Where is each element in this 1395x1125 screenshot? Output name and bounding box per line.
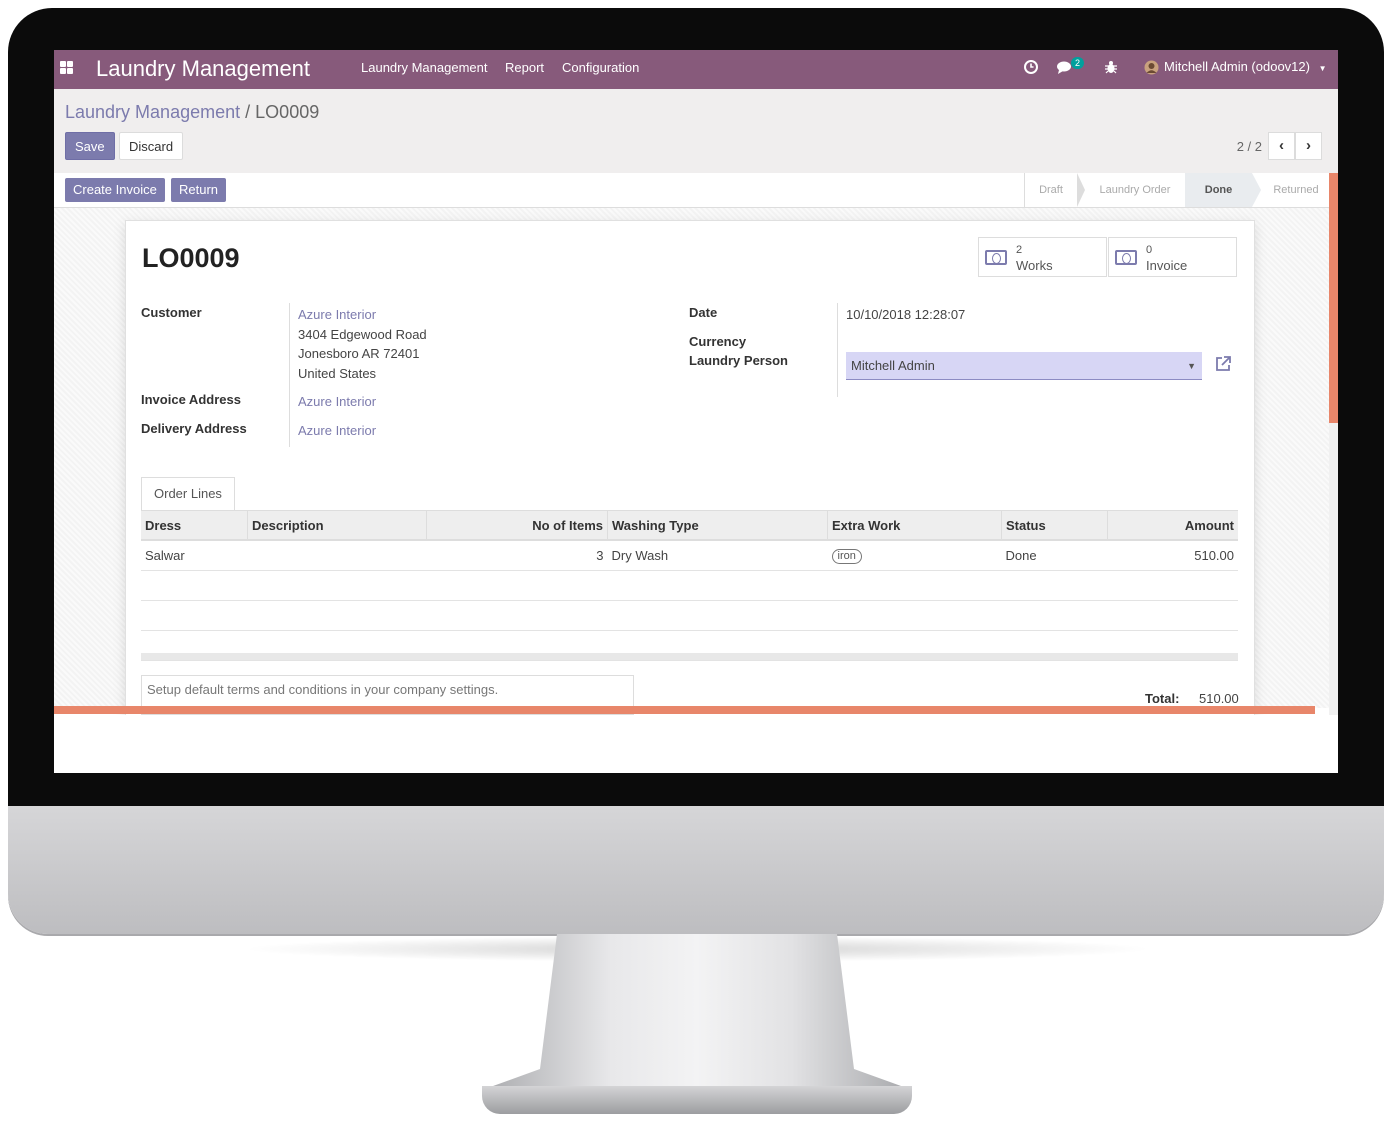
invoice-smart-button[interactable]: 0 Invoice <box>1108 237 1237 277</box>
delivery-address-label: Delivery Address <box>141 421 247 436</box>
field-separator <box>837 303 838 397</box>
monitor-stand-base <box>482 1086 912 1114</box>
invoice-label: Invoice <box>1146 258 1188 273</box>
control-panel: Laundry Management / LO0009 Save Discard… <box>54 89 1338 174</box>
order-lines-table: Dress Description No of Items Washing Ty… <box>141 511 1238 661</box>
laundry-person-value: Mitchell Admin <box>851 358 935 373</box>
user-avatar-icon[interactable] <box>1144 60 1159 75</box>
stage-bar: Draft Laundry Order Done Returned <box>1024 173 1319 207</box>
screen-blank-area <box>54 715 1338 773</box>
column-washing-type[interactable]: Washing Type <box>607 511 828 541</box>
cell-washing-type: Dry Wash <box>607 540 828 571</box>
currency-label: Currency <box>689 334 747 349</box>
caret-down-icon: ▼ <box>1187 361 1196 371</box>
table-header-row: Dress Description No of Items Washing Ty… <box>141 511 1238 541</box>
column-no-of-items[interactable]: No of Items <box>426 511 608 541</box>
screen: Laundry Management Laundry Management Re… <box>54 50 1338 773</box>
customer-country: United States <box>298 366 377 381</box>
stage-divider <box>1077 173 1085 207</box>
cell-description <box>247 540 427 571</box>
column-amount[interactable]: Amount <box>1107 511 1238 541</box>
form-sheet: LO0009 2 Works 0 Invoice Customer Azure … <box>125 220 1255 773</box>
return-button[interactable]: Return <box>171 178 227 202</box>
stage-laundry-order[interactable]: Laundry Order <box>1085 173 1185 207</box>
total-label: Total: <box>1145 691 1180 706</box>
pager-value: 2 / 2 <box>1236 139 1262 154</box>
breadcrumb-current: LO0009 <box>255 102 320 122</box>
extra-work-tag: iron <box>831 549 862 564</box>
save-button[interactable]: Save <box>65 132 115 160</box>
column-dress[interactable]: Dress <box>141 511 248 541</box>
stage-returned[interactable]: Returned <box>1262 173 1330 207</box>
discard-button[interactable]: Discard <box>119 132 184 160</box>
statusbar: Create Invoice Return Draft Laundry Orde… <box>54 173 1329 208</box>
laundry-person-label: Laundry Person <box>689 353 788 368</box>
empty-table-row <box>141 600 1238 631</box>
invoice-count: 0 <box>1146 244 1153 256</box>
messages-count-badge: 2 <box>1071 57 1085 69</box>
customer-label: Customer <box>141 305 202 320</box>
monitor-chin <box>8 806 1384 934</box>
app-title: Laundry Management <box>96 56 311 81</box>
user-name: Mitchell Admin (odoov12) <box>1164 59 1310 74</box>
stage-draft[interactable]: Draft <box>1025 173 1077 207</box>
customer-street: 3404 Edgewood Road <box>298 327 427 342</box>
debug-bug-icon[interactable] <box>1105 60 1117 74</box>
record-title: LO0009 <box>142 243 240 273</box>
user-menu[interactable]: Mitchell Admin (odoov12) ▼ <box>1164 59 1327 74</box>
external-link-icon[interactable] <box>1214 355 1232 373</box>
cell-extra-work: iron <box>827 540 1002 571</box>
column-status[interactable]: Status <box>1001 511 1108 541</box>
stage-divider <box>1252 173 1261 207</box>
date-value[interactable]: 10/10/2018 12:28:07 <box>846 307 965 322</box>
works-count: 2 <box>1016 244 1023 256</box>
invoice-address-label: Invoice Address <box>141 392 241 407</box>
create-invoice-button[interactable]: Create Invoice <box>65 178 165 202</box>
money-icon <box>1115 250 1137 265</box>
caret-down-icon: ▼ <box>1318 64 1327 73</box>
empty-table-row <box>141 570 1238 601</box>
customer-city: Jonesboro AR 72401 <box>298 346 420 361</box>
pager-next-button[interactable]: › <box>1295 132 1322 160</box>
menu-laundry-management[interactable]: Laundry Management <box>361 60 487 75</box>
cell-no-of-items: 3 <box>426 540 608 571</box>
laundry-person-select[interactable]: Mitchell Admin ▼ <box>846 352 1202 380</box>
tab-order-lines[interactable]: Order Lines <box>141 477 235 511</box>
breadcrumb-separator: / <box>245 102 251 122</box>
table-row[interactable]: Salwar 3 Dry Wash iron Done 510.00 <box>141 540 1238 571</box>
stage-done[interactable]: Done <box>1185 173 1252 207</box>
date-label: Date <box>689 305 718 320</box>
scrollbar-thumb[interactable] <box>1329 173 1338 423</box>
activity-clock-icon[interactable] <box>1024 60 1038 74</box>
field-separator <box>289 303 290 447</box>
cell-status: Done <box>1001 540 1108 571</box>
menu-report[interactable]: Report <box>505 60 544 75</box>
invoice-address-link[interactable]: Azure Interior <box>298 394 376 409</box>
works-label: Works <box>1016 258 1053 273</box>
customer-link[interactable]: Azure Interior <box>298 307 376 322</box>
apps-menu-icon[interactable] <box>60 61 73 74</box>
delivery-address-link[interactable]: Azure Interior <box>298 423 376 438</box>
horizontal-scrollbar[interactable] <box>54 706 1315 714</box>
column-extra-work[interactable]: Extra Work <box>827 511 1002 541</box>
top-navbar: Laundry Management Laundry Management Re… <box>54 50 1338 89</box>
menu-configuration[interactable]: Configuration <box>562 60 639 75</box>
breadcrumb: Laundry Management / LO0009 <box>65 102 319 123</box>
breadcrumb-root-link[interactable]: Laundry Management <box>65 102 240 122</box>
table-footer <box>141 653 1238 660</box>
money-icon <box>985 250 1007 265</box>
total-value: 510.00 <box>1199 691 1239 706</box>
cell-amount: 510.00 <box>1107 540 1238 571</box>
pager-previous-button[interactable]: ‹ <box>1268 132 1295 160</box>
column-description[interactable]: Description <box>247 511 427 541</box>
form-background: LO0009 2 Works 0 Invoice Customer Azure … <box>54 208 1329 773</box>
cell-dress: Salwar <box>141 540 248 571</box>
works-smart-button[interactable]: 2 Works <box>978 237 1107 277</box>
